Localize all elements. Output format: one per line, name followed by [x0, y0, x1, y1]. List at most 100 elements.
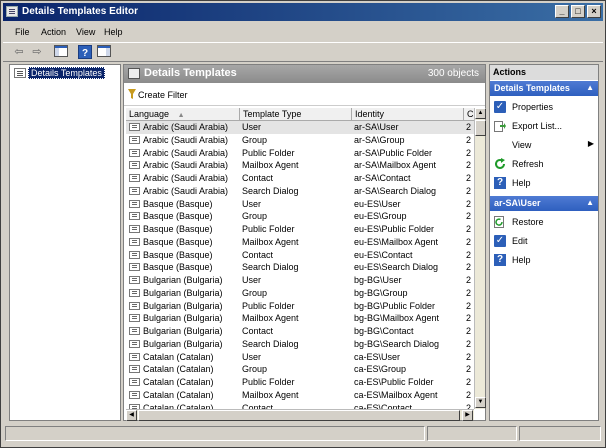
vertical-scrollbar[interactable]: ▲ ▼	[474, 108, 486, 409]
create-filter-button[interactable]: Create Filter	[138, 90, 188, 100]
horizontal-scrollbar[interactable]: ◀ ▶	[126, 409, 474, 421]
result-pane: Details Templates 300 objects Create Fil…	[123, 64, 486, 421]
help-icon: ?	[494, 177, 506, 189]
cell-c: 2	[466, 211, 472, 222]
cell-c: 2	[466, 313, 472, 324]
cell-template-type: Search Dialog	[242, 185, 299, 196]
menu-bar: File Action View Help	[3, 23, 603, 41]
action-view[interactable]: View ▶	[490, 136, 598, 154]
table-row[interactable]: Basque (Basque) User eu-ES\User 2	[126, 198, 474, 211]
back-icon[interactable]: ⇦	[11, 45, 27, 60]
cell-template-type: Public Folder	[242, 147, 295, 158]
show-hide-tree-icon[interactable]	[53, 45, 69, 60]
collapse-icon[interactable]: ▲	[586, 81, 594, 95]
template-icon	[129, 225, 140, 233]
column-header-c[interactable]: C	[464, 108, 474, 121]
menu-help[interactable]: Help	[104, 27, 123, 37]
table-row[interactable]: Bulgarian (Bulgaria) Mailbox Agent bg-BG\M…	[126, 312, 474, 325]
cell-language: Bulgarian (Bulgaria)	[143, 300, 223, 311]
toolbar: ⇦ ⇨ ?	[3, 42, 603, 62]
table-row[interactable]: Arabic (Saudi Arabia) Mailbox Agent ar-SA\…	[126, 159, 474, 172]
cell-template-type: Search Dialog	[242, 262, 299, 273]
table-row[interactable]: Bulgarian (Bulgaria) Search Dialog bg-BG\S…	[126, 338, 474, 351]
scroll-up-icon[interactable]: ▲	[475, 108, 486, 119]
menu-action[interactable]: Action	[41, 27, 66, 37]
table-row[interactable]: Bulgarian (Bulgaria) Contact bg-BG\Contact…	[126, 325, 474, 338]
minimize-button[interactable]: _	[555, 5, 569, 18]
table-row[interactable]: Catalan (Catalan) User ca-ES\User 2	[126, 351, 474, 364]
menu-view[interactable]: View	[76, 27, 95, 37]
cell-identity: eu-ES\Group	[354, 211, 407, 222]
column-header-language[interactable]: Language ▲	[126, 108, 240, 121]
result-pane-title: Details Templates	[144, 67, 237, 79]
table-row[interactable]: Catalan (Catalan) Group ca-ES\Group 2	[126, 363, 474, 376]
template-icon	[129, 212, 140, 221]
action-export-list[interactable]: Export List...	[490, 117, 598, 135]
maximize-button[interactable]: □	[571, 5, 585, 18]
restore-icon	[494, 216, 506, 228]
filter-bar: Create Filter	[124, 84, 485, 106]
cell-c: 2	[466, 275, 472, 285]
vertical-scroll-thumb[interactable]	[475, 120, 486, 136]
cell-template-type: Mailbox Agent	[242, 160, 299, 171]
table-row[interactable]: Catalan (Catalan) Mailbox Agent ca-ES\Mail…	[126, 389, 474, 402]
section-details-templates[interactable]: Details Templates ▲	[490, 81, 598, 96]
table-row[interactable]: Basque (Basque) Public Folder eu-ES\Public…	[126, 223, 474, 236]
horizontal-scroll-thumb[interactable]	[138, 410, 460, 421]
action-restore-label: Restore	[512, 217, 544, 227]
templates-list: Arabic (Saudi Arabia) User ar-SA\User 2 Arab…	[126, 121, 474, 409]
table-row[interactable]: Catalan (Catalan) Public Folder ca-ES\Publ…	[126, 376, 474, 389]
table-row[interactable]: Arabic (Saudi Arabia) User ar-SA\User 2	[126, 121, 474, 134]
column-header-template-type[interactable]: Template Type	[240, 108, 352, 121]
table-row[interactable]: Arabic (Saudi Arabia) Group ar-SA\Group 2	[126, 134, 474, 147]
table-row[interactable]: Bulgarian (Bulgaria) Group bg-BG\Group 2	[126, 287, 474, 300]
table-row[interactable]: Basque (Basque) Search Dialog eu-ES\Search…	[126, 261, 474, 274]
window-title: Details Templates Editor	[22, 6, 138, 17]
cell-identity: ar-SA\Group	[354, 134, 405, 145]
collapse-icon[interactable]: ▲	[586, 196, 594, 210]
app-icon	[6, 6, 18, 17]
action-properties[interactable]: ✓ Properties	[490, 98, 598, 116]
menu-file[interactable]: File	[15, 27, 30, 37]
cell-identity: ar-SA\User	[354, 122, 399, 132]
table-row[interactable]: Arabic (Saudi Arabia) Search Dialog ar-SA\…	[126, 185, 474, 198]
scroll-down-icon[interactable]: ▼	[475, 397, 486, 408]
action-edit[interactable]: ✓ Edit	[490, 232, 598, 250]
action-help-item[interactable]: ? Help	[490, 251, 598, 269]
cell-identity: bg-BG\Group	[354, 287, 408, 298]
table-row[interactable]: Bulgarian (Bulgaria) User bg-BG\User 2	[126, 274, 474, 287]
cell-language: Basque (Basque)	[143, 249, 213, 260]
table-row[interactable]: Arabic (Saudi Arabia) Public Folder ar-SA\…	[126, 147, 474, 160]
section-selected-item[interactable]: ar-SA\User ▲	[490, 196, 598, 211]
cell-template-type: Group	[242, 211, 268, 222]
table-row[interactable]: Bulgarian (Bulgaria) Public Folder bg-BG\P…	[126, 300, 474, 313]
cell-language: Catalan (Catalan)	[143, 364, 214, 375]
table-row[interactable]: Basque (Basque) Group eu-ES\Group 2	[126, 210, 474, 223]
title-bar[interactable]: Details Templates Editor _ □ ×	[3, 3, 603, 21]
column-header-identity[interactable]: Identity	[352, 108, 464, 121]
table-row[interactable]: Basque (Basque) Mailbox Agent eu-ES\Mailbo…	[126, 236, 474, 249]
action-restore[interactable]: Restore	[490, 213, 598, 231]
help-icon: ?	[494, 254, 506, 266]
table-row[interactable]: Arabic (Saudi Arabia) Contact ar-SA\Contac…	[126, 172, 474, 185]
table-row[interactable]: Basque (Basque) Contact eu-ES\Contact 2	[126, 249, 474, 262]
cell-c: 2	[466, 300, 472, 311]
cell-language: Catalan (Catalan)	[143, 351, 214, 362]
show-hide-action-pane-icon[interactable]	[96, 45, 112, 60]
help-icon[interactable]: ?	[77, 45, 93, 60]
table-row[interactable]: Catalan (Catalan) Contact ca-ES\Contact 2	[126, 402, 474, 409]
scroll-right-icon[interactable]: ▶	[462, 410, 473, 421]
tree-node-details-templates[interactable]: Details Templates	[28, 67, 105, 79]
cell-c: 2	[466, 198, 472, 209]
action-edit-label: Edit	[512, 236, 528, 246]
forward-icon[interactable]: ⇨	[29, 45, 45, 60]
close-button[interactable]: ×	[587, 5, 601, 18]
action-refresh[interactable]: Refresh	[490, 155, 598, 173]
export-icon	[494, 120, 506, 132]
scroll-left-icon[interactable]: ◀	[126, 410, 137, 421]
cell-identity: bg-BG\Public Folder	[354, 300, 436, 311]
cell-c: 2	[466, 351, 472, 362]
cell-identity: eu-ES\User	[354, 198, 401, 209]
action-help[interactable]: ? Help	[490, 174, 598, 192]
cell-language: Catalan (Catalan)	[143, 377, 214, 387]
